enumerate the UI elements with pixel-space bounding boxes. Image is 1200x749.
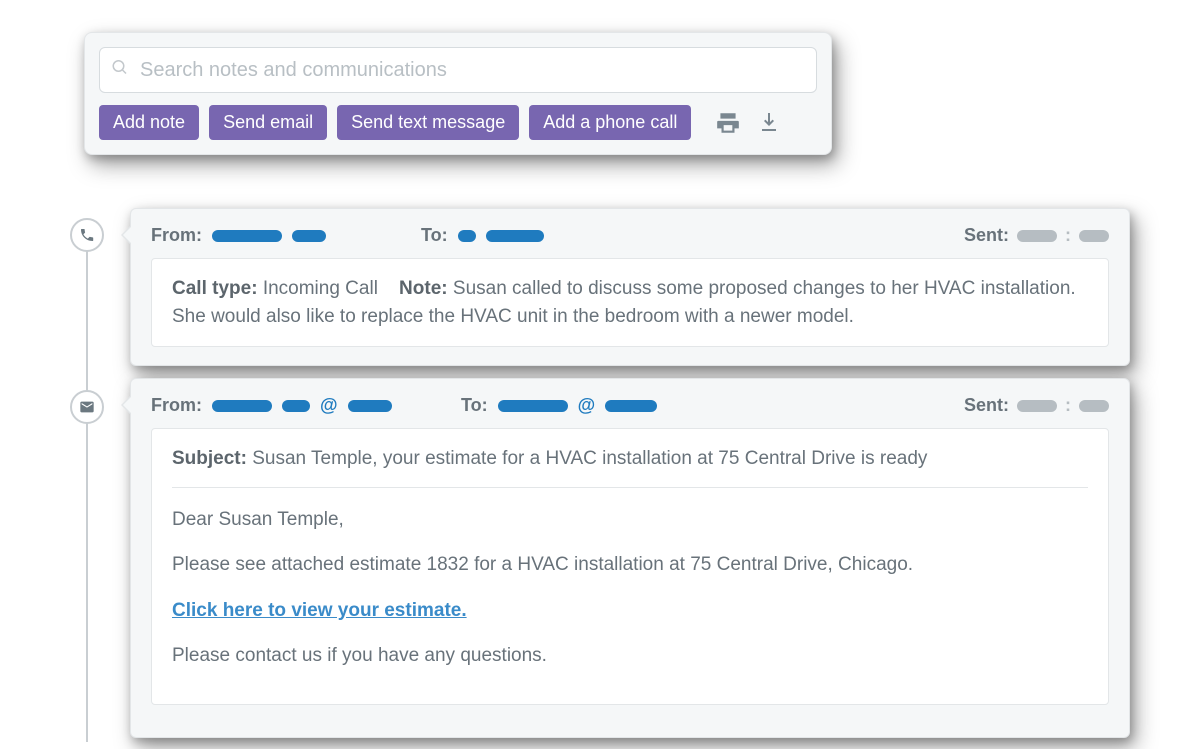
card-pointer	[121, 395, 131, 415]
to-label: To:	[421, 225, 448, 246]
timeline-line	[86, 222, 88, 742]
redacted-blob	[282, 400, 310, 412]
from-label: From:	[151, 395, 202, 416]
add-note-button[interactable]: Add note	[99, 105, 199, 140]
view-estimate-link[interactable]: Click here to view your estimate.	[172, 600, 467, 621]
redacted-blob	[498, 400, 568, 412]
email-body-line: Please contact us if you have any questi…	[172, 642, 1088, 670]
redacted-blob	[605, 400, 657, 412]
note-label: Note:	[399, 278, 448, 299]
search-icon	[111, 59, 129, 82]
redacted-blob	[1079, 400, 1109, 412]
redacted-blob	[1017, 230, 1057, 242]
email-detail-box: Subject: Susan Temple, your estimate for…	[151, 428, 1109, 705]
timeline-node-call	[70, 218, 104, 252]
redacted-blob	[212, 230, 282, 242]
redacted-blob	[458, 230, 476, 242]
phone-icon	[79, 227, 95, 243]
redacted-blob	[486, 230, 544, 242]
from-label: From:	[151, 225, 202, 246]
search-input[interactable]	[99, 47, 817, 93]
search-wrap	[99, 47, 817, 93]
send-email-button[interactable]: Send email	[209, 105, 327, 140]
toolbar-button-row: Add note Send email Send text message Ad…	[99, 105, 817, 140]
timeline-node-email	[70, 390, 104, 424]
to-label: To:	[461, 395, 488, 416]
envelope-icon	[79, 399, 95, 415]
call-meta-row: From: To: Sent: :	[151, 225, 1109, 246]
email-body: Dear Susan Temple, Please see attached e…	[172, 506, 1088, 670]
redacted-blob	[212, 400, 272, 412]
call-entry-card: From: To: Sent: : Call type: Incoming Ca…	[130, 208, 1130, 366]
call-type-label: Call type:	[172, 278, 258, 299]
redacted-blob	[292, 230, 326, 242]
print-icon[interactable]	[715, 110, 741, 136]
sent-label: Sent:	[964, 395, 1009, 416]
email-entry-card: From: @ To: @ Sent: : Subject: Susan Tem…	[130, 378, 1130, 738]
email-greeting: Dear Susan Temple,	[172, 506, 1088, 534]
subject-label: Subject:	[172, 448, 247, 469]
email-body-line: Please see attached estimate 1832 for a …	[172, 551, 1088, 579]
call-type-value: Incoming Call	[263, 278, 378, 299]
add-phone-call-button[interactable]: Add a phone call	[529, 105, 691, 140]
call-detail-box: Call type: Incoming Call Note: Susan cal…	[151, 258, 1109, 347]
redacted-blob	[348, 400, 392, 412]
communications-toolbar: Add note Send email Send text message Ad…	[84, 32, 832, 155]
redacted-blob	[1017, 400, 1057, 412]
email-meta-row: From: @ To: @ Sent: :	[151, 395, 1109, 416]
subject-value: Susan Temple, your estimate for a HVAC i…	[252, 448, 927, 469]
sent-label: Sent:	[964, 225, 1009, 246]
card-pointer	[121, 225, 131, 245]
send-text-button[interactable]: Send text message	[337, 105, 519, 140]
redacted-blob	[1079, 230, 1109, 242]
download-icon[interactable]	[757, 111, 781, 135]
